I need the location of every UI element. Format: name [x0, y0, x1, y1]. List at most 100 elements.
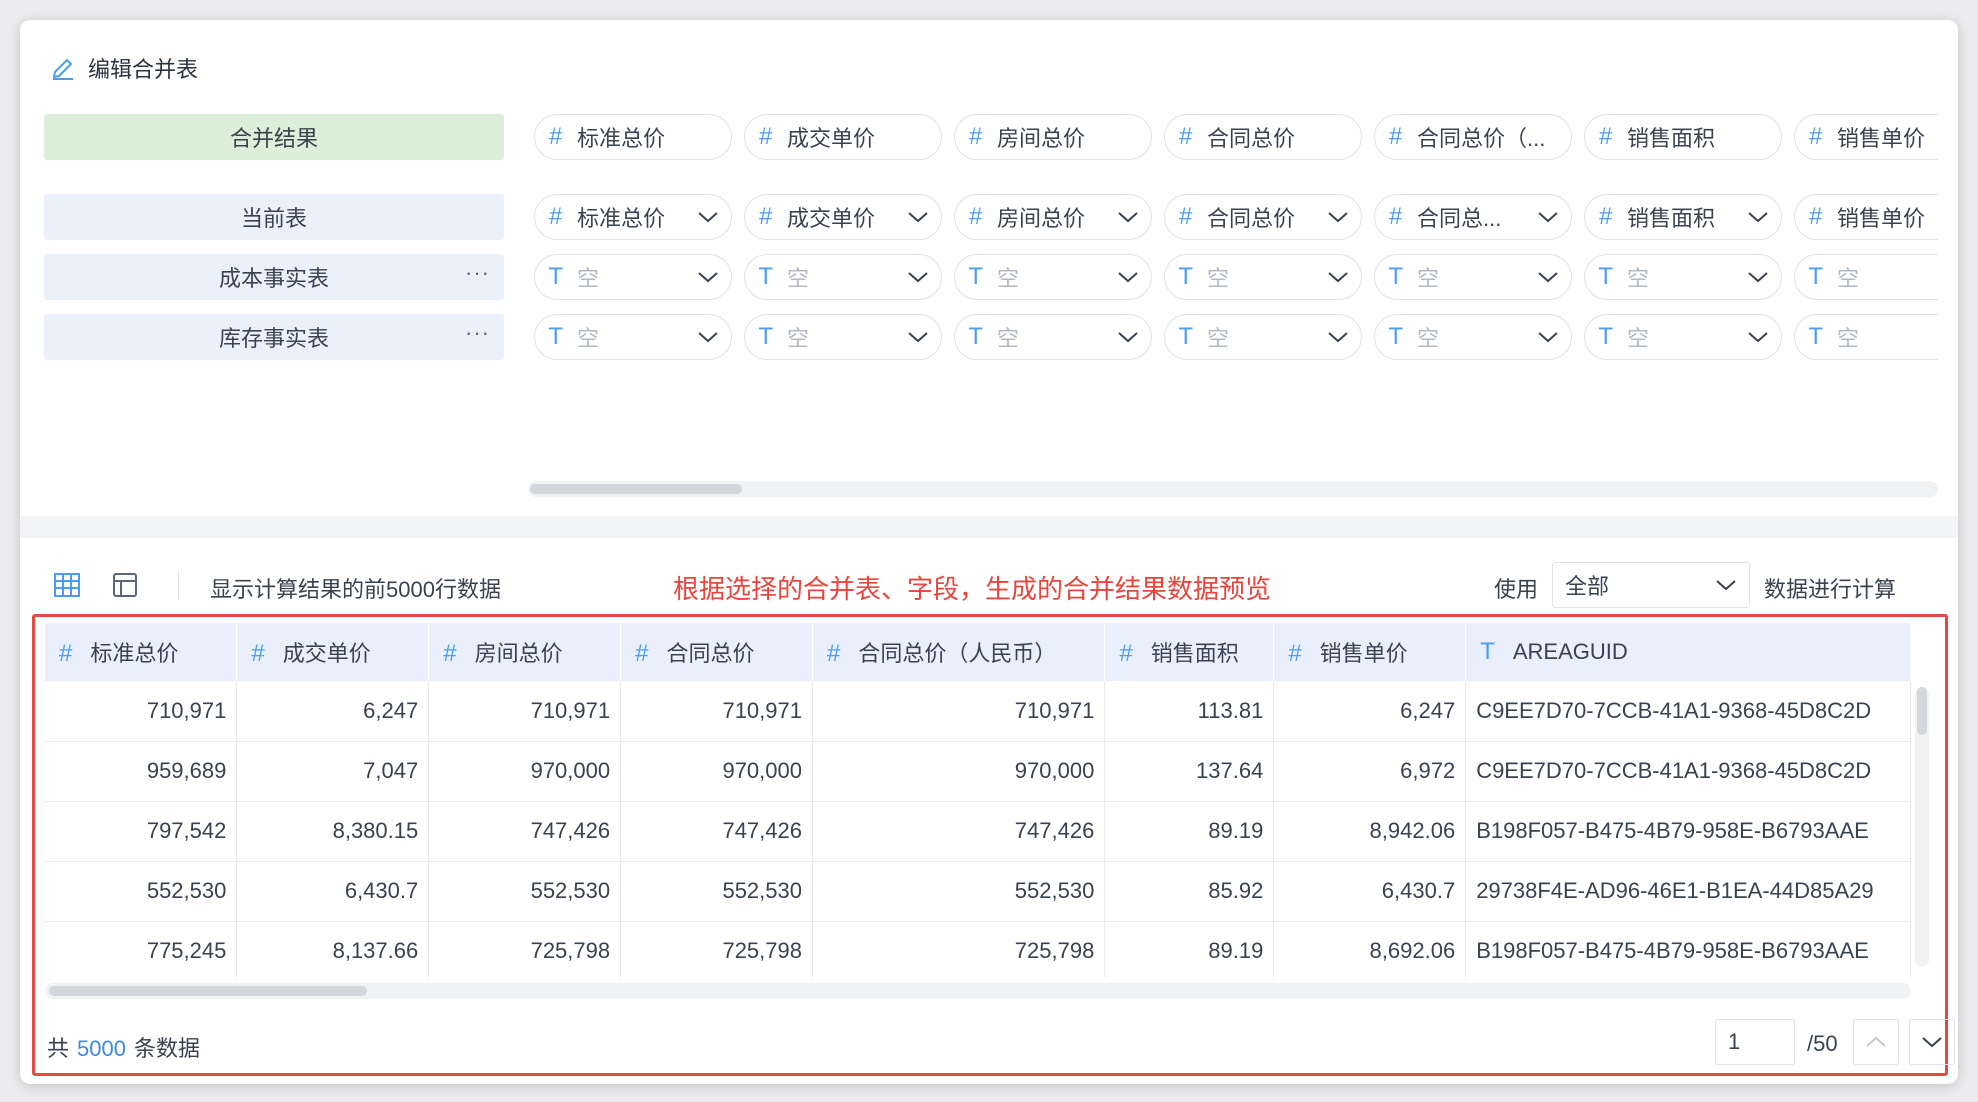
number-type-icon: #: [1809, 123, 1823, 150]
number-type-icon: #: [1179, 203, 1193, 230]
table-cell: 8,692.06: [1273, 921, 1467, 977]
field-name: 合同总价（...: [1417, 126, 1546, 151]
column-header[interactable]: T AREAGUID: [1465, 623, 1911, 681]
table-cell: 747,426: [428, 801, 622, 862]
text-type-icon: T: [1389, 264, 1403, 290]
table-cell: B198F057-B475-4B79-958E-B6793AAE: [1465, 801, 1911, 862]
field-select-empty[interactable]: T空: [1794, 254, 1938, 300]
field-select-empty[interactable]: T空: [1794, 314, 1938, 360]
calc-label: 数据进行计算: [1764, 577, 1897, 602]
inventory-fact-fields-row: T空T空T空T空T空T空T空: [534, 314, 1938, 360]
field-select-empty[interactable]: T空: [1584, 314, 1782, 360]
field-select[interactable]: # 销售单价: [1794, 194, 1938, 240]
column-header[interactable]: # 标准总价: [45, 623, 238, 681]
table-cell: 85.92: [1104, 861, 1275, 922]
number-type-icon: #: [1599, 203, 1613, 230]
result-field-chip: # 标准总价: [534, 114, 732, 160]
column-header[interactable]: # 成交单价: [236, 623, 430, 681]
field-select-empty[interactable]: T空: [534, 254, 732, 300]
number-type-icon: #: [1809, 203, 1823, 230]
grid-view-icon[interactable]: [50, 568, 84, 602]
chevron-down-icon: [903, 210, 929, 224]
column-header[interactable]: # 销售单价: [1273, 623, 1467, 681]
column-header[interactable]: # 销售面积: [1104, 623, 1275, 681]
table-cell: C9EE7D70-7CCB-41A1-9368-45D8C2D: [1465, 681, 1911, 742]
number-type-icon: #: [549, 123, 563, 150]
field-select[interactable]: # 成交单价: [744, 194, 942, 240]
previous-page-button[interactable]: [1853, 1019, 1899, 1065]
scrollbar-thumb[interactable]: [530, 484, 742, 494]
layout-view-icon[interactable]: [108, 568, 142, 602]
chevron-down-icon: [1113, 270, 1139, 284]
table-row: 797,542 8,380.15 747,426 747,426 747,426 89.1…: [45, 801, 1911, 862]
text-type-icon: T: [1809, 264, 1823, 290]
field-name: 空: [1417, 326, 1440, 351]
table-row: 710,971 6,247 710,971 710,971 710,971 113.81 6…: [45, 681, 1911, 742]
field-name: 销售面积: [1627, 206, 1716, 231]
field-select-empty[interactable]: T空: [1164, 254, 1362, 300]
number-type-icon: #: [1389, 203, 1403, 230]
more-options-icon[interactable]: ···: [465, 320, 490, 346]
chevron-down-icon: [1113, 330, 1139, 344]
field-select-empty[interactable]: T空: [954, 314, 1152, 360]
text-type-icon: T: [1179, 324, 1193, 350]
field-select-empty[interactable]: T空: [954, 254, 1152, 300]
field-select[interactable]: # 合同总价: [1164, 194, 1362, 240]
column-header[interactable]: # 合同总价（人民币）: [812, 623, 1106, 681]
merge-preview-panel: # 标准总价 # 成交单价 # 房间总价 # 合同总价 # 合同总价（人民币） # 销售面积 # 销售单价…: [32, 614, 1955, 1076]
preview-horizontal-scrollbar[interactable]: [45, 983, 1911, 999]
merge-result-row-label: 合并结果: [44, 114, 504, 160]
field-select[interactable]: # 销售面积: [1584, 194, 1782, 240]
chevron-down-icon: [1743, 330, 1769, 344]
preview-vertical-scrollbar[interactable]: [1915, 687, 1929, 967]
field-select-empty[interactable]: T空: [1374, 314, 1572, 360]
calculation-scope-select[interactable]: 全部: [1552, 562, 1750, 608]
text-type-icon: T: [1480, 638, 1495, 665]
number-type-icon: #: [1599, 123, 1613, 150]
chevron-down-icon: [903, 270, 929, 284]
field-select-empty[interactable]: T空: [744, 254, 942, 300]
chevron-down-icon: [1716, 580, 1736, 591]
chevron-down-icon: [693, 270, 719, 284]
field-name: 空: [1417, 266, 1440, 291]
table-row: 959,689 7,047 970,000 970,000 970,000 137.64 6…: [45, 741, 1911, 802]
chevron-down-icon: [1113, 210, 1139, 224]
table-cell: 725,798: [812, 921, 1106, 977]
chevron-down-icon: [903, 330, 929, 344]
number-type-icon: #: [759, 203, 773, 230]
result-field-chip: # 房间总价: [954, 114, 1152, 160]
field-select[interactable]: # 房间总价: [954, 194, 1152, 240]
column-header-label: 销售单价: [1319, 641, 1408, 666]
more-options-icon[interactable]: ···: [465, 260, 490, 286]
field-select-empty[interactable]: T空: [534, 314, 732, 360]
field-name: 空: [1207, 266, 1230, 291]
number-type-icon: #: [969, 123, 983, 150]
page-number-input[interactable]: 1: [1715, 1019, 1795, 1065]
number-type-icon: #: [1389, 123, 1403, 150]
field-select-empty[interactable]: T空: [1584, 254, 1782, 300]
edit-icon: [53, 59, 73, 80]
field-name: 空: [1627, 266, 1650, 291]
field-select[interactable]: # 标准总价: [534, 194, 732, 240]
editor-title: 编辑合并表: [50, 48, 198, 88]
table-cell: 89.19: [1104, 801, 1275, 862]
scrollbar-thumb[interactable]: [1917, 687, 1927, 735]
table-cell: 6,247: [236, 681, 430, 742]
column-header[interactable]: # 房间总价: [428, 623, 622, 681]
field-select-empty[interactable]: T空: [1374, 254, 1572, 300]
number-type-icon: #: [1179, 123, 1193, 150]
column-header-label: 成交单价: [282, 641, 371, 666]
field-select-empty[interactable]: T空: [1164, 314, 1362, 360]
chevron-down-icon: [1533, 210, 1559, 224]
chevron-down-icon: [1323, 210, 1349, 224]
field-select-empty[interactable]: T空: [744, 314, 942, 360]
chevron-down-icon: [1323, 330, 1349, 344]
fields-horizontal-scrollbar[interactable]: [528, 481, 1938, 497]
column-header-label: 合同总价（人民币）: [858, 641, 1057, 666]
number-type-icon: #: [1288, 640, 1302, 667]
column-header[interactable]: # 合同总价: [620, 623, 813, 681]
next-page-button[interactable]: [1909, 1019, 1955, 1065]
scrollbar-thumb[interactable]: [49, 986, 367, 996]
use-label: 使用: [1494, 577, 1539, 602]
field-select[interactable]: # 合同总...: [1374, 194, 1572, 240]
